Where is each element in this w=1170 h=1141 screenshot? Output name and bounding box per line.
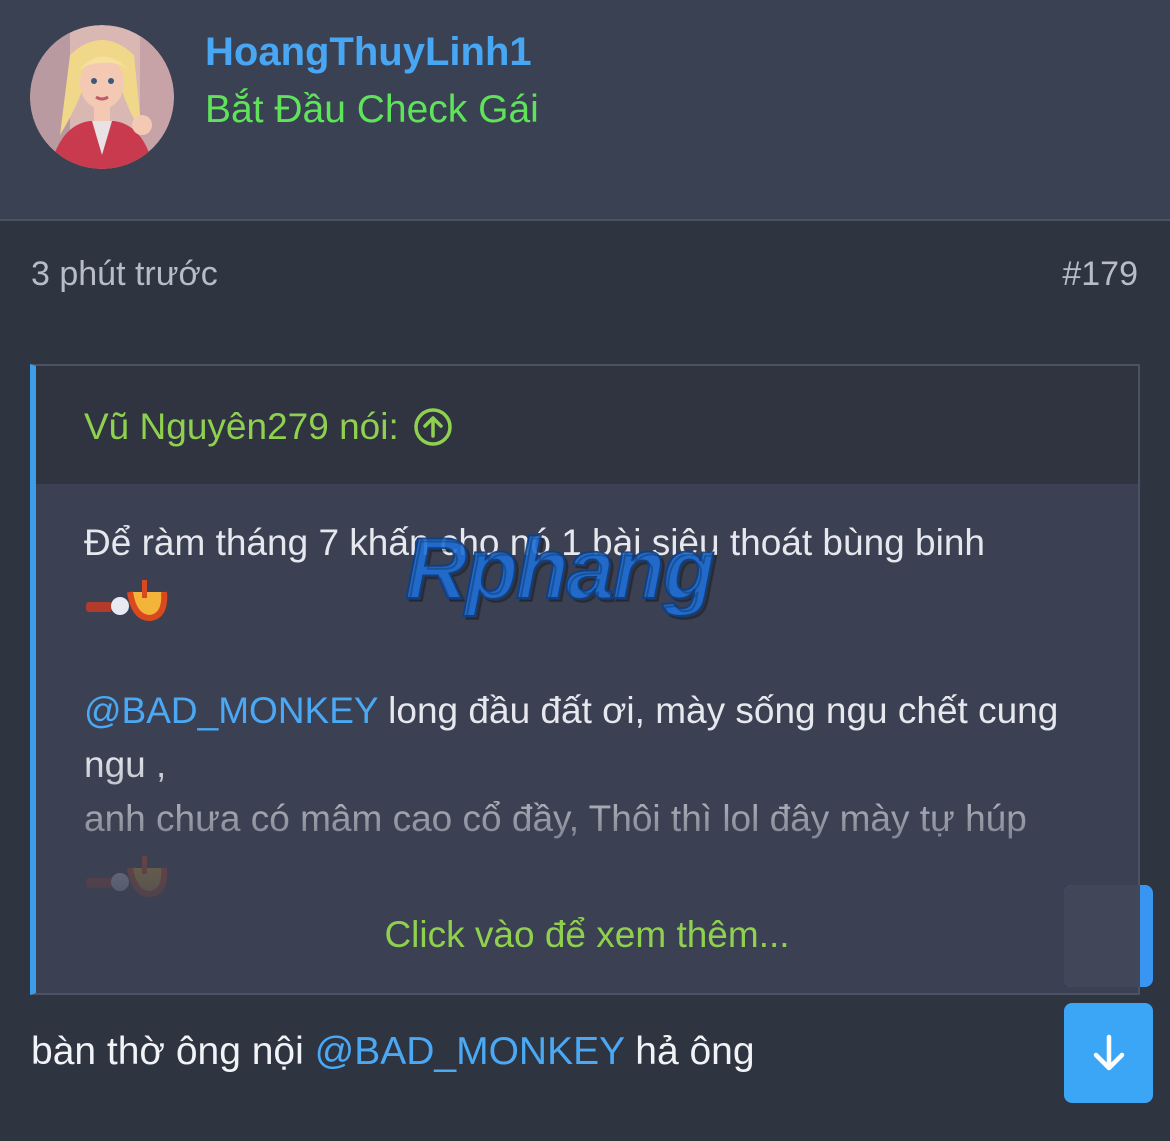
quote-author-link[interactable]: Vũ Nguyên279 nói: <box>84 406 453 448</box>
sticker-icon <box>86 856 168 898</box>
user-title: Bắt Đầu Check Gái <box>205 88 539 131</box>
post-timestamp[interactable]: 3 phút trước <box>31 255 218 294</box>
quote-header: Vũ Nguyên279 nói: <box>36 366 1138 484</box>
watermark-logo: Rphang <box>404 520 765 640</box>
svg-text:Rphang: Rphang <box>405 521 715 617</box>
post-user-header: HoangThuyLinh1 Bắt Đầu Check Gái <box>0 0 1170 221</box>
post-message: bàn thờ ông nội @BAD_MONKEY hả ông <box>31 1030 755 1073</box>
arrow-up-circle-icon[interactable] <box>413 407 453 447</box>
thread-post: HoangThuyLinh1 Bắt Đầu Check Gái 3 phút … <box>0 0 1170 1141</box>
scroll-down-button[interactable] <box>1064 1003 1153 1103</box>
user-mention[interactable]: @BAD_MONKEY <box>315 1030 625 1073</box>
quote-block: Vũ Nguyên279 nói: Để ràm tháng 7 khấn ch… <box>30 364 1140 995</box>
expand-quote-link[interactable]: Click vào để xem thêm... <box>36 914 1138 956</box>
avatar[interactable] <box>30 25 174 169</box>
avatar-image <box>30 25 174 169</box>
quote-line: anh chưa có mâm cao cổ đầy, Thôi thì lol… <box>84 798 1027 840</box>
emoji-sticker <box>84 846 1094 902</box>
sticker-icon <box>86 580 168 622</box>
arrow-down-icon <box>1093 1034 1124 1071</box>
username[interactable]: HoangThuyLinh1 <box>205 30 532 75</box>
quote-line: ngu , <box>84 744 167 786</box>
quote-author-label: Vũ Nguyên279 nói: <box>84 406 399 447</box>
post-number[interactable]: #179 <box>1062 255 1138 294</box>
quote-line: @BAD_MONKEY long đầu đất ơi, mày sống ng… <box>84 690 1059 732</box>
user-mention[interactable]: @BAD_MONKEY <box>84 690 378 731</box>
